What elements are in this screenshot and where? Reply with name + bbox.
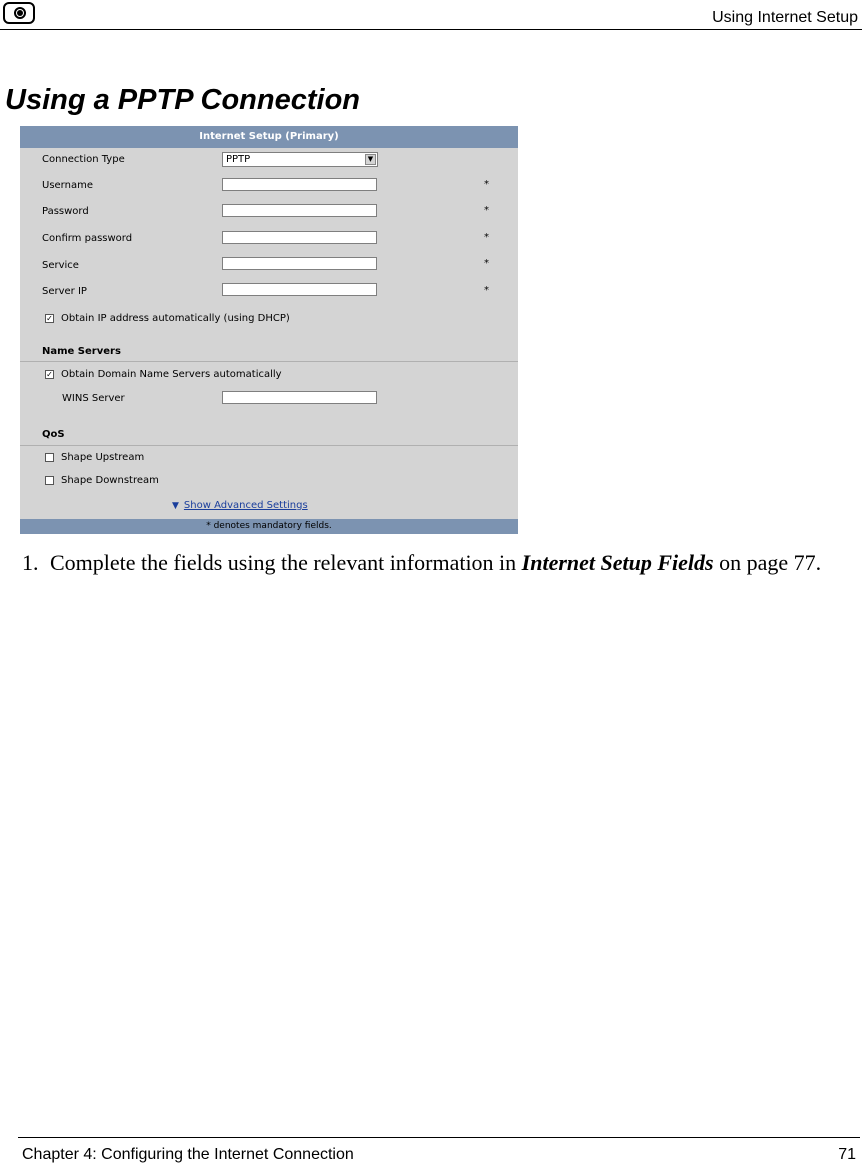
shape-upstream-checkbox[interactable] xyxy=(45,453,54,462)
obtain-dns-label: Obtain Domain Name Servers automatically xyxy=(61,369,282,380)
running-header-title: Using Internet Setup xyxy=(712,9,858,26)
footer-chapter: Chapter 4: Configuring the Internet Conn… xyxy=(22,1146,354,1163)
name-servers-heading: Name Servers xyxy=(42,346,121,357)
server-ip-input[interactable] xyxy=(222,283,377,296)
mandatory-fields-note: * denotes mandatory fields. xyxy=(20,519,518,534)
shape-downstream-checkbox[interactable] xyxy=(45,476,54,485)
step-number: 1. xyxy=(22,550,39,575)
triangle-down-icon: ▼ xyxy=(172,501,179,511)
dropdown-arrow-icon[interactable]: ▼ xyxy=(365,154,376,165)
obtain-ip-checkbox[interactable]: ✓ xyxy=(45,314,54,323)
logo-dot xyxy=(17,10,23,16)
shape-downstream-label: Shape Downstream xyxy=(61,475,159,486)
section-divider xyxy=(20,445,518,446)
brand-logo-icon xyxy=(3,2,35,24)
step-text-before: Complete the fields using the relevant i… xyxy=(50,550,522,575)
footer-rule xyxy=(18,1137,860,1138)
connection-type-select[interactable]: PPTP ▼ xyxy=(222,152,378,167)
step-text-after: on page 77. xyxy=(713,550,822,575)
show-advanced-settings-link[interactable]: Show Advanced Settings xyxy=(184,500,308,511)
username-input[interactable] xyxy=(222,178,377,191)
obtain-dns-checkbox[interactable]: ✓ xyxy=(45,370,54,379)
required-marker: * xyxy=(484,258,489,269)
username-label: Username xyxy=(42,180,93,191)
advanced-settings-toggle[interactable]: ▼ Show Advanced Settings xyxy=(172,500,308,511)
password-label: Password xyxy=(42,206,89,217)
shape-upstream-label: Shape Upstream xyxy=(61,452,145,463)
obtain-ip-label: Obtain IP address automatically (using D… xyxy=(61,313,290,324)
confirm-password-label: Confirm password xyxy=(42,233,133,244)
wins-server-label: WINS Server xyxy=(62,393,125,404)
confirm-password-input[interactable] xyxy=(222,231,377,244)
required-marker: * xyxy=(484,179,489,190)
step-text: Complete the fields using the relevant i… xyxy=(50,548,850,577)
required-marker: * xyxy=(484,205,489,216)
internet-setup-screenshot: Internet Setup (Primary) Connection Type… xyxy=(20,126,518,534)
password-input[interactable] xyxy=(222,204,377,217)
section-heading: Using a PPTP Connection xyxy=(5,84,361,116)
service-input[interactable] xyxy=(222,257,377,270)
section-divider xyxy=(20,361,518,362)
qos-heading: QoS xyxy=(42,429,65,440)
wins-server-input[interactable] xyxy=(222,391,377,404)
server-ip-label: Server IP xyxy=(42,286,87,297)
connection-type-label: Connection Type xyxy=(42,154,125,165)
footer-page-number: 71 xyxy=(838,1146,856,1163)
required-marker: * xyxy=(484,285,489,296)
header-rule xyxy=(0,29,862,30)
required-marker: * xyxy=(484,232,489,243)
panel-title: Internet Setup (Primary) xyxy=(20,126,518,148)
step-reference: Internet Setup Fields xyxy=(521,550,714,575)
service-label: Service xyxy=(42,260,79,271)
connection-type-value: PPTP xyxy=(226,154,251,165)
